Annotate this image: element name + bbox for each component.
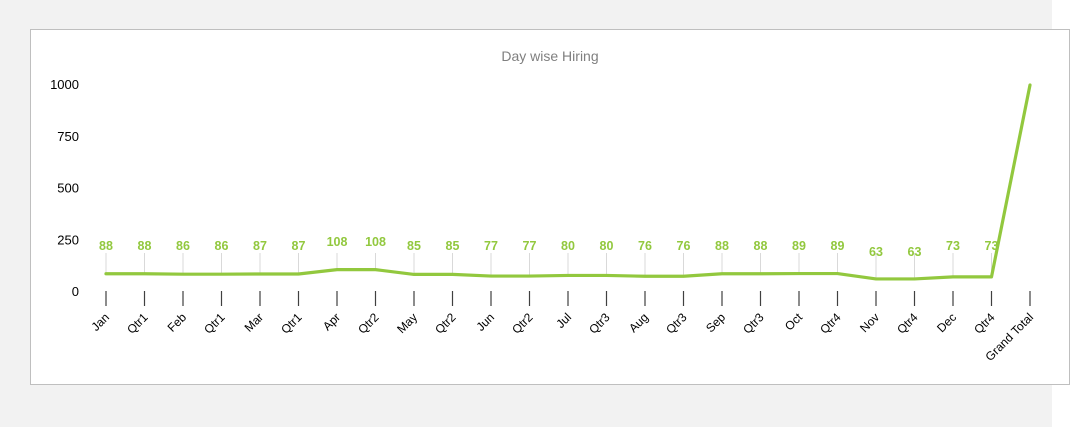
x-tick-label: Qtr3: [663, 310, 690, 337]
data-label: 73: [985, 239, 999, 253]
data-label: 80: [561, 239, 575, 253]
data-label: 89: [831, 239, 845, 253]
data-label: 86: [215, 239, 229, 253]
x-tick-label: Qtr1: [201, 310, 228, 337]
x-tick-label: Sep: [703, 310, 728, 335]
data-label: 63: [869, 245, 883, 259]
x-tick-label: Qtr3: [740, 310, 767, 337]
data-label: 87: [292, 239, 306, 253]
x-tick-label: Jan: [89, 310, 113, 334]
x-tick-label: Qtr1: [278, 310, 305, 337]
data-label: 108: [365, 235, 386, 249]
x-tick-label: Qtr2: [432, 310, 459, 337]
x-tick-label: Dec: [934, 310, 959, 335]
data-label: 88: [99, 239, 113, 253]
data-label: 85: [407, 239, 421, 253]
y-tick-label: 0: [72, 284, 79, 299]
x-tick-label: Nov: [857, 310, 882, 335]
x-tick-label: Qtr3: [586, 310, 613, 337]
y-axis: 0 250 500 750 1000: [50, 77, 79, 299]
x-tick-label: Oct: [782, 310, 806, 334]
x-tick-label: Apr: [320, 310, 343, 333]
x-tick-label: Feb: [165, 310, 190, 335]
data-label: 76: [677, 239, 691, 253]
line-chart: 0 250 500 750 1000 Jan Qtr1 Feb Qtr1 Mar Qtr1 Apr Q…: [50, 77, 1036, 364]
x-tick-label: Qtr4: [971, 310, 998, 337]
x-tick-label: Mar: [242, 310, 267, 335]
data-label: 108: [327, 235, 348, 249]
x-tick-label: Aug: [626, 310, 651, 335]
data-label: 87: [253, 239, 267, 253]
data-label: 80: [600, 239, 614, 253]
data-label: 88: [754, 239, 768, 253]
data-label: 85: [446, 239, 460, 253]
y-tick-label: 750: [57, 129, 79, 144]
x-tick-label: Qtr4: [894, 310, 921, 337]
x-tick-label: Qtr4: [817, 310, 844, 337]
data-label: 77: [484, 239, 498, 253]
data-label: 73: [946, 239, 960, 253]
x-tick-label: Qtr2: [355, 310, 382, 337]
x-axis: Jan Qtr1 Feb Qtr1 Mar Qtr1 Apr Qtr2 May Qtr2 Jun Qt…: [89, 291, 1036, 364]
x-tick-label: Jul: [553, 310, 574, 331]
data-label: 63: [908, 245, 922, 259]
y-tick-label: 500: [57, 181, 79, 196]
data-label: 89: [792, 239, 806, 253]
x-tick-label: Qtr2: [509, 310, 536, 337]
data-label: 88: [138, 239, 152, 253]
x-tick-label: Qtr1: [124, 310, 151, 337]
y-tick-label: 250: [57, 232, 79, 247]
data-label: 76: [638, 239, 652, 253]
data-labels: 88 88 86 86 87 87 108 108 85 85 77 77 80 80 76 76 88 88 89…: [99, 235, 998, 259]
y-tick-label: 1000: [50, 77, 79, 92]
data-label: 88: [715, 239, 729, 253]
x-tick-label: Jun: [474, 310, 498, 334]
x-tick-label: May: [394, 310, 420, 336]
data-label: 86: [176, 239, 190, 253]
data-label: 77: [523, 239, 537, 253]
